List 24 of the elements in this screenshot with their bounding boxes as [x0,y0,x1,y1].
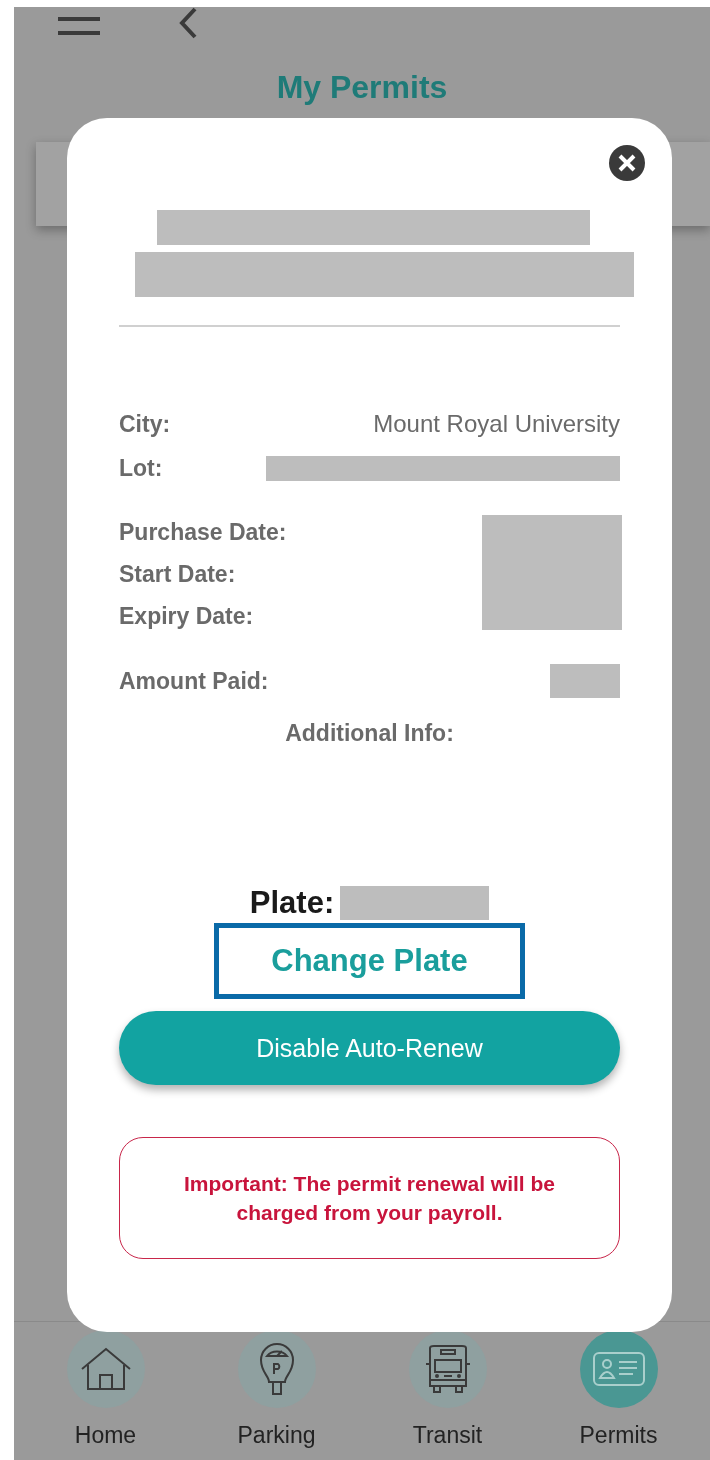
field-label: Expiry Date: [119,603,255,630]
plate-label: Plate: [249,885,335,921]
disable-auto-renew-button[interactable]: Disable Auto-Renew [119,1011,620,1085]
page-title: My Permits [275,69,449,106]
close-icon[interactable] [608,144,646,182]
field-label: Start Date: [119,561,237,588]
back-icon[interactable] [178,7,198,39]
field-label: Purchase Date: [119,519,287,546]
field-value: Mount Royal University [373,410,620,438]
notice-text: Important: The permit renewal will be charged from your payroll. [182,1170,557,1226]
id-card-icon [592,1352,645,1386]
parking-meter-icon [258,1342,295,1396]
menu-icon[interactable] [58,17,100,35]
nav-tab[interactable]: Parking [201,1330,352,1460]
field-label: City: [119,410,171,438]
field-label: Amount Paid: [119,667,269,695]
redaction-bar [550,664,620,698]
field-label: Additional Info: [285,720,454,747]
nav-tab[interactable]: Permits [543,1330,694,1460]
house-icon [79,1347,132,1391]
nav-tab[interactable]: Transit [372,1330,523,1460]
field-label: Lot: [119,454,163,482]
change-plate-link[interactable]: Change Plate [214,923,525,999]
nav-tab[interactable]: Home [30,1330,181,1460]
